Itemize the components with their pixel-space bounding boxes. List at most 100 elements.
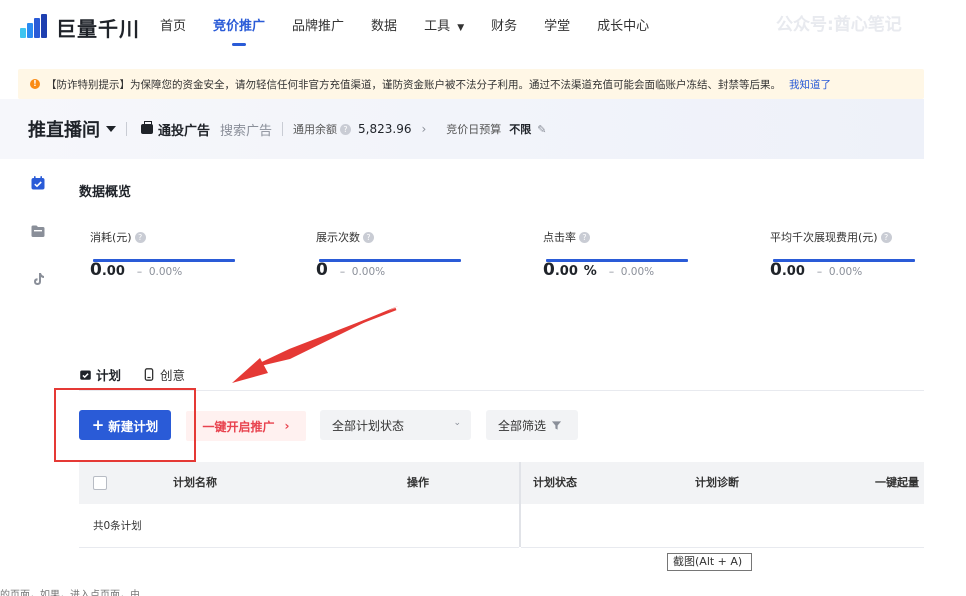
- select-all-checkbox[interactable]: [93, 476, 107, 490]
- metric-trend: – 0.00%: [816, 266, 863, 278]
- logo-icon: [20, 14, 50, 40]
- metric-cpm: 平均千次展现费用(元) ? 0.00 – 0.00%: [770, 229, 966, 280]
- annotation-highlight-box: [54, 388, 196, 462]
- metric-trend-value: 0.00%: [828, 266, 863, 278]
- ad-type-general[interactable]: 通投广告: [141, 120, 210, 139]
- section-title: 数据概览: [79, 185, 132, 200]
- metric-cost: 消耗(元) ? 0.00 – 0.00%: [90, 229, 290, 280]
- metric-label: 消耗(元) ?: [90, 229, 290, 245]
- nav-item-bidding[interactable]: 竞价推广: [213, 0, 265, 54]
- metric-trend-value: 0.00%: [620, 266, 655, 278]
- metric-value: 0.00 – 0.00%: [90, 260, 290, 280]
- tab-label: 创意: [160, 367, 186, 383]
- nav-item-growth[interactable]: 成长中心: [597, 0, 649, 54]
- notice-dismiss-link[interactable]: 我知道了: [789, 77, 831, 92]
- metric-value-int: 0: [543, 260, 555, 280]
- select-value: 全部计划状态: [332, 418, 405, 433]
- metric-label-text: 点击率: [543, 231, 576, 244]
- logo-text: 巨量千川: [56, 16, 140, 41]
- divider: [521, 547, 924, 548]
- plan-status-select[interactable]: 全部计划状态 ⌄: [320, 410, 471, 440]
- metric-trend: – 0.00%: [136, 266, 183, 278]
- metric-label: 点击率 ?: [543, 229, 743, 245]
- balance-label: 通用余额: [293, 123, 338, 136]
- nav-item-tools[interactable]: 工具 ▼: [424, 0, 464, 54]
- metric-value-decimals: .00: [554, 264, 578, 279]
- warning-icon: !: [30, 79, 40, 89]
- balance-value: 5,823.96: [358, 122, 412, 136]
- table-header: 计划名称 操作 计划状态 计划诊断 一键起量: [79, 462, 924, 504]
- nav-menu: 首页 竞价推广 品牌推广 数据 工具 ▼ 财务 学堂 成长中心: [160, 0, 676, 54]
- metric-value-decimals: .00: [781, 264, 805, 279]
- metric-value-int: 0: [770, 260, 782, 280]
- metric-value-unit: %: [583, 264, 597, 279]
- briefcase-icon: [141, 121, 153, 134]
- edit-icon[interactable]: ✎: [537, 123, 546, 136]
- metric-sparkline: [93, 259, 235, 262]
- rail-item-calendar[interactable]: [18, 159, 58, 207]
- metric-value: 0.00 – 0.00%: [770, 260, 966, 280]
- divider: [79, 390, 924, 391]
- tab-bar: 计划 创意: [79, 359, 207, 391]
- mode-title: 推直播间: [28, 120, 100, 141]
- chevron-right-icon[interactable]: ›: [421, 122, 426, 136]
- metric-sparkline: [319, 259, 461, 262]
- watermark: 公众号:酋心笔记: [776, 15, 902, 35]
- metric-trend-value: 0.00%: [351, 266, 386, 278]
- column-header[interactable]: 计划诊断: [695, 462, 739, 504]
- nav-item-academy[interactable]: 学堂: [544, 0, 570, 54]
- side-rail: [18, 159, 58, 579]
- help-icon[interactable]: ?: [340, 123, 352, 135]
- column-header[interactable]: 计划状态: [533, 462, 577, 504]
- metric-impressions: 展示次数 ? 0 – 0.00%: [316, 229, 516, 280]
- nav-item-data[interactable]: 数据: [371, 0, 397, 54]
- notice-text: 【防诈特别提示】为保障您的资金安全，请勿轻信任何非官方充值渠道，谨防资金账户被不…: [46, 78, 781, 91]
- tab-label: 计划: [96, 367, 122, 383]
- launch-label: 一键开启推广: [202, 419, 275, 434]
- help-icon[interactable]: ?: [579, 231, 590, 243]
- nav-item-home[interactable]: 首页: [160, 0, 186, 54]
- metric-value: 0.00 % – 0.00%: [543, 260, 743, 280]
- one-click-launch-button[interactable]: 一键开启推广 ›: [186, 411, 306, 441]
- tab-creatives[interactable]: 创意: [143, 359, 185, 389]
- all-filters-button[interactable]: 全部筛选: [486, 410, 578, 440]
- column-header[interactable]: 计划名称: [173, 462, 217, 504]
- filter-label: 全部筛选: [498, 418, 547, 433]
- budget-value: 不限: [509, 123, 532, 136]
- mode-switcher[interactable]: 推直播间: [28, 116, 116, 142]
- phone-icon: [144, 367, 154, 381]
- metric-value-int: 0: [90, 260, 102, 280]
- tab-plans[interactable]: 计划: [79, 359, 122, 391]
- nav-item-finance[interactable]: 财务: [491, 0, 517, 54]
- divider: [126, 122, 127, 136]
- caret-down-icon: ▼: [457, 23, 465, 33]
- nav-item-brand[interactable]: 品牌推广: [292, 0, 344, 54]
- rail-item-douyin[interactable]: [18, 255, 58, 303]
- metric-value-int: 0: [316, 260, 328, 280]
- logo[interactable]: 巨量千川: [20, 13, 140, 42]
- metric-trend-value: 0.00%: [148, 266, 183, 278]
- metric-trend: – 0.00%: [608, 266, 655, 278]
- help-icon[interactable]: ?: [134, 231, 146, 243]
- help-icon[interactable]: ?: [363, 231, 374, 243]
- metric-value: 0 – 0.00%: [316, 260, 516, 280]
- metric-label: 展示次数 ?: [316, 229, 516, 245]
- metric-label-text: 平均千次展现费用(元): [770, 231, 878, 244]
- help-icon[interactable]: ?: [880, 231, 892, 243]
- metric-label: 平均千次展现费用(元) ?: [770, 229, 966, 245]
- rail-item-folder[interactable]: [18, 207, 58, 255]
- calendar-check-icon: [31, 176, 45, 190]
- budget-label: 竞价日预算: [446, 123, 502, 136]
- chevron-right-icon: ›: [284, 419, 290, 433]
- metric-sparkline: [546, 259, 688, 262]
- ad-type-search[interactable]: 搜索广告: [220, 120, 272, 139]
- main-panel: 数据概览 消耗(元) ? 0.00 – 0.00% 展示次数 ? 0 – 0.0…: [58, 159, 924, 569]
- column-header[interactable]: 一键起量: [875, 462, 919, 504]
- douyin-icon: [34, 273, 44, 285]
- column-header: 操作: [407, 476, 429, 489]
- metric-trend: – 0.00%: [339, 266, 386, 278]
- screenshot-tooltip: 截图(Alt + A): [667, 553, 752, 571]
- nav-item-tools-label: 工具: [424, 19, 451, 34]
- chevron-down-icon: ⌄: [453, 418, 461, 428]
- metric-value-decimals: .00: [101, 264, 125, 279]
